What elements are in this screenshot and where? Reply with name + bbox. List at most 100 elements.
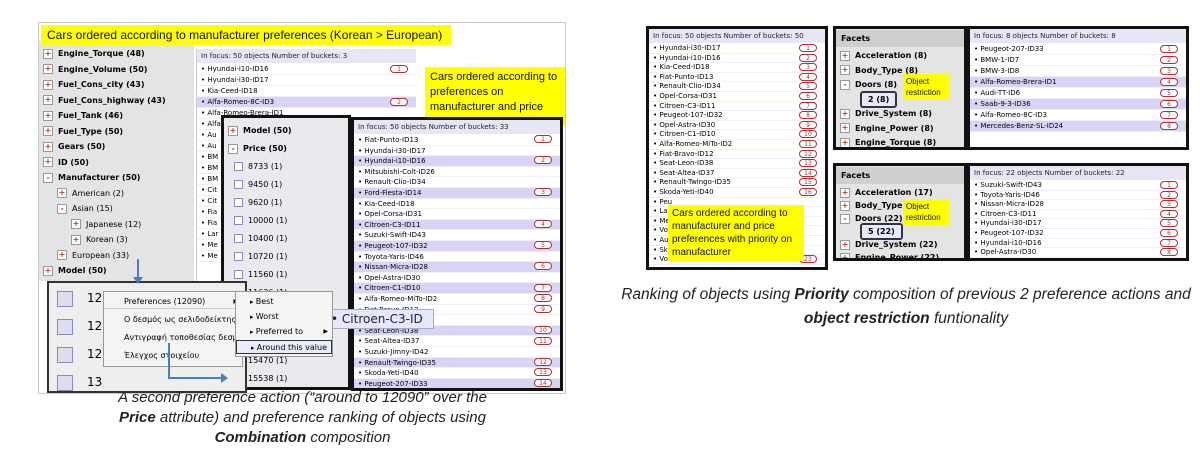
object-item[interactable]: • Seat-Altea-ID37 14 xyxy=(649,168,825,179)
collapse-icon[interactable]: - xyxy=(57,203,67,214)
object-item[interactable]: • Audi-TT-ID6 5 xyxy=(970,88,1186,99)
facet-item[interactable]: + Engine_Volume (50) xyxy=(39,61,194,78)
facet-item[interactable]: - Asian (15) xyxy=(39,200,194,217)
object-item[interactable]: • Peugeot-107-ID32 6 xyxy=(970,229,1186,239)
object-item[interactable]: • Alfa-Romeo-MiTo-ID2 11 xyxy=(649,140,825,150)
object-item[interactable]: • Seat-Leon-ID38 13 xyxy=(649,159,825,169)
expand-icon[interactable]: + xyxy=(840,108,850,119)
object-item[interactable]: • Opel-Corsa-ID31 6 xyxy=(649,92,825,102)
checkbox-icon[interactable] xyxy=(57,318,73,335)
facet-item[interactable]: - Manufacturer (50) xyxy=(39,169,194,186)
facet-item[interactable]: + Gears (50) xyxy=(39,138,194,155)
object-item[interactable]: • Peugeot-107-ID32 5 xyxy=(354,241,560,252)
expand-icon[interactable]: + xyxy=(228,125,238,136)
object-item[interactable]: • Toyota-Yaris-ID46 2 xyxy=(970,190,1186,201)
object-item[interactable]: • Peugeot-207-ID33 1 xyxy=(970,44,1186,55)
object-item[interactable]: • Opel-Astra-ID30 8 xyxy=(970,248,1186,258)
object-item[interactable]: • Nissan-Micra-ID28 3 xyxy=(970,200,1186,210)
object-item[interactable]: • Skoda-Yeti-ID40 13 xyxy=(354,368,560,379)
facet-item[interactable]: + Fuel_Cons_highway (43) xyxy=(39,92,194,109)
expand-icon[interactable]: + xyxy=(840,187,850,198)
expand-icon[interactable]: + xyxy=(43,157,53,167)
expand-icon[interactable]: + xyxy=(43,79,53,90)
object-item[interactable]: • Hyundai-i10-ID16 2 xyxy=(354,156,560,167)
object-item[interactable]: • Mercedes-Benz-SL-ID24 8 xyxy=(970,121,1186,132)
context-menu-item[interactable]: Ο δεσμός ως σελιδοδείκτης xyxy=(104,313,242,327)
object-item[interactable]: • Opel-Astra-ID30 xyxy=(354,273,560,284)
price-facet-item[interactable]: 10000 (1) xyxy=(224,212,348,229)
price-facet-item[interactable]: + Model (50) xyxy=(224,122,348,139)
object-item[interactable]: • Hyundai-i30-ID17 1 xyxy=(649,44,825,54)
object-item[interactable]: • Citroen-C1-ID10 10 xyxy=(649,130,825,140)
expand-icon[interactable]: + xyxy=(43,126,53,136)
submenu-item[interactable]: ▸ Worst xyxy=(236,310,332,324)
submenu-item[interactable]: ▸ Around this value xyxy=(236,340,332,354)
checkbox-icon[interactable] xyxy=(234,180,243,189)
object-item[interactable]: • Hyundai-i10-ID16 1 xyxy=(197,64,416,75)
price-facet-item[interactable]: 10720 (1) xyxy=(224,248,348,265)
collapse-icon[interactable]: - xyxy=(840,213,850,224)
object-item[interactable]: • Citroen-C1-ID10 7 xyxy=(354,283,560,294)
object-item[interactable]: • Kia-Ceed-ID18 xyxy=(354,199,560,210)
facet-item[interactable]: + European (33) xyxy=(39,247,194,264)
expand-icon[interactable]: + xyxy=(43,141,53,152)
object-item[interactable]: • Alfa-Romeo-8C-ID3 7 xyxy=(970,110,1186,121)
object-item[interactable]: • Nissan-Micra-ID28 6 xyxy=(354,262,560,273)
checkbox-icon[interactable] xyxy=(234,252,243,261)
expand-icon[interactable]: + xyxy=(57,188,67,198)
expand-icon[interactable]: + xyxy=(840,50,850,61)
object-item[interactable]: • Renault-Clio-ID34 5 xyxy=(649,82,825,92)
price-facet-item[interactable]: 9620 (1) xyxy=(224,194,348,211)
checkbox-icon[interactable] xyxy=(234,216,243,225)
facet-item[interactable]: + Model (50) xyxy=(39,262,194,279)
expand-icon[interactable]: + xyxy=(840,200,850,211)
context-menu-item[interactable]: Preferences (12090)▶ xyxy=(104,295,242,309)
object-item[interactable]: • Peugeot-107-ID32 8 xyxy=(649,111,825,121)
object-item[interactable]: • Hyundai-i30-ID17 5 xyxy=(970,219,1186,229)
collapse-icon[interactable]: - xyxy=(840,79,850,90)
object-item[interactable]: • Fiat-Punto-ID13 4 xyxy=(649,72,825,83)
object-item[interactable]: • Renault-Twingo-ID35 12 xyxy=(354,357,560,369)
price-facet-item[interactable]: 10400 (1) xyxy=(224,230,348,247)
facet-item[interactable]: + Engine_Power (22) xyxy=(836,249,964,258)
checkbox-icon[interactable] xyxy=(57,346,73,363)
object-item[interactable]: • Suzuki-Swift-ID43 1 xyxy=(970,181,1186,191)
expand-icon[interactable]: + xyxy=(71,219,81,229)
checkbox-icon[interactable] xyxy=(234,270,243,279)
object-item[interactable]: • Opel-Corsa-ID31 xyxy=(354,209,560,220)
object-item[interactable]: • Ford-Fiesta-ID14 3 xyxy=(354,188,560,199)
facet-item[interactable]: + Engine_Torque (8) xyxy=(836,134,964,147)
expand-icon[interactable]: + xyxy=(43,64,53,74)
expand-icon[interactable]: + xyxy=(71,234,81,245)
collapse-icon[interactable]: - xyxy=(43,172,53,183)
expand-icon[interactable]: + xyxy=(43,95,53,105)
object-item[interactable]: • Saab-9-3-ID36 6 xyxy=(970,99,1186,110)
object-item[interactable]: • BMW-3-ID8 3 xyxy=(970,66,1186,77)
object-item[interactable]: • Hyundai-i30-ID17 xyxy=(354,146,560,157)
object-item[interactable]: • Hyundai-i10-ID16 2 xyxy=(649,53,825,64)
object-item[interactable]: • Toyota-Yaris-ID46 xyxy=(354,252,560,263)
checkbox-icon[interactable] xyxy=(57,290,73,307)
expand-icon[interactable]: + xyxy=(43,48,53,59)
expand-icon[interactable]: + xyxy=(840,252,850,258)
object-item[interactable]: • Seat-Altea-ID37 11 xyxy=(354,336,560,347)
submenu-item[interactable]: ▸ Preferred to ▶ xyxy=(236,325,332,339)
context-menu-item[interactable]: Αντιγραφή τοποθεσίας δεσμού xyxy=(104,331,247,345)
object-item[interactable]: • BMW-1-ID7 2 xyxy=(970,55,1186,66)
object-item[interactable]: • Citroen-C3-ID11 4 xyxy=(354,219,560,231)
object-item[interactable]: • Skoda-Yeti-ID40 16 xyxy=(649,188,825,198)
object-item[interactable]: • Alfa-Romeo-Brera-ID1 4 xyxy=(970,77,1186,88)
facet-item[interactable]: + ID (50) xyxy=(39,154,194,171)
facet-item[interactable]: + Fuel_Cons_city (43) xyxy=(39,76,194,93)
object-item[interactable]: • Kia-Ceed-ID18 3 xyxy=(649,63,825,73)
expand-icon[interactable]: + xyxy=(840,239,850,250)
facet-item[interactable]: + Fuel_Tank (46) xyxy=(39,107,194,124)
expand-icon[interactable]: + xyxy=(43,110,53,121)
object-item[interactable]: • Renault-Clio-ID34 xyxy=(354,177,560,188)
object-item[interactable]: • Suzuki-Jimny-ID42 xyxy=(354,347,560,358)
checkbox-icon[interactable] xyxy=(234,234,243,243)
expand-icon[interactable]: + xyxy=(840,65,850,75)
expand-icon[interactable]: + xyxy=(57,250,67,260)
object-item[interactable]: • Renault-Twingo-ID35 15 xyxy=(649,178,825,188)
object-item[interactable]: • Fiat-Bravo-ID12 12 xyxy=(649,149,825,160)
